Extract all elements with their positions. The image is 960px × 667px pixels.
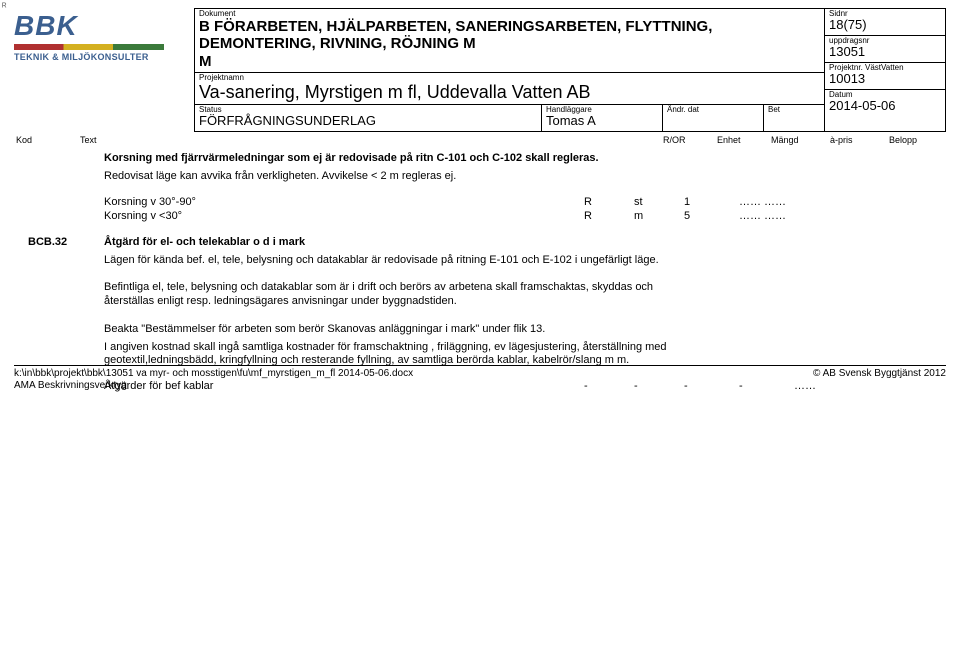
status-value: FÖRFRÅGNINGSUNDERLAG (195, 114, 541, 131)
projektnamn-label: Projektnamn (195, 73, 824, 82)
table-row: Korsning v <30° R m 5 (104, 210, 946, 222)
bet-label: Bet (764, 105, 824, 114)
section-p4: I angiven kostnad skall ingå samtliga ko… (104, 341, 704, 369)
uppdragsnr-value: 13051 (825, 45, 945, 62)
section-kod: BCB.32 (28, 236, 67, 248)
footer-copyright: © AB Svensk Byggtjänst 2012 (813, 368, 946, 392)
projektnamn-value: Va-sanering, Myrstigen m fl, Uddevalla V… (195, 82, 824, 105)
section-p3: Beakta "Bestämmelser för arbeten som ber… (104, 323, 704, 337)
row-apris (739, 210, 794, 222)
document-header: BBK TEKNIK & MILJÖKONSULTER Dokument B F… (14, 8, 946, 132)
intro-p1: Korsning med fjärrvärmeledningar som ej … (104, 152, 704, 166)
logo: BBK TEKNIK & MILJÖKONSULTER (14, 10, 184, 62)
col-mangd: Mängd (769, 134, 828, 146)
table-row: Korsning v 30°-90° R st 1 (104, 196, 946, 208)
col-ror: R/OR (661, 134, 715, 146)
footer-tool: AMA Beskrivningsverktyg (14, 380, 413, 392)
handlaggare-value: Tomas A (542, 114, 662, 131)
page-corner-mark: ᴿ (2, 2, 7, 13)
logo-text: BBK (14, 10, 184, 42)
row-ror: R (584, 196, 634, 208)
projektnr-value: 10013 (825, 72, 945, 89)
row-enhet: st (634, 196, 684, 208)
row-mangd: 5 (684, 210, 739, 222)
section-p1: Lägen för kända bef. el, tele, belysning… (104, 254, 704, 268)
intro-p2: Redovisat läge kan avvika från verklighe… (104, 170, 704, 184)
row-enhet: m (634, 210, 684, 222)
row-apris (739, 196, 794, 208)
sidnr-value: 18(75) (825, 18, 945, 35)
column-headers: Kod Text R/OR Enhet Mängd à-pris Belopp (14, 134, 946, 146)
dokument-label: Dokument (195, 9, 824, 18)
col-text: Text (78, 134, 661, 146)
col-apris: à-pris (828, 134, 887, 146)
datum-value: 2014-05-06 (825, 99, 945, 116)
logo-subtitle: TEKNIK & MILJÖKONSULTER (14, 52, 184, 62)
col-kod: Kod (14, 134, 78, 146)
col-belopp: Belopp (887, 134, 946, 146)
row-mangd: 1 (684, 196, 739, 208)
row-ror: R (584, 210, 634, 222)
row-text: Korsning v 30°-90° (104, 196, 584, 208)
logo-stripe-icon (14, 44, 164, 50)
andr-value (663, 114, 763, 116)
row-belopp (794, 196, 849, 208)
section-title: Åtgärd för el- och telekablar o d i mark (104, 236, 704, 250)
dokument-value: B FÖRARBETEN, HJÄLPARBETEN, SANERINGSARB… (195, 18, 824, 72)
section-p2: Befintliga el, tele, belysning och datak… (104, 281, 704, 309)
row-text: Korsning v <30° (104, 210, 584, 222)
col-enhet: Enhet (715, 134, 769, 146)
dokument-value-line1: B FÖRARBETEN, HJÄLPARBETEN, SANERINGSARB… (199, 18, 712, 52)
footer-path: k:\in\bbk\projekt\bbk\13051 va myr- och … (14, 368, 413, 380)
andr-label: Ändr. dat (663, 105, 763, 114)
dokument-value-line2: M (199, 53, 212, 70)
page-footer: k:\in\bbk\projekt\bbk\13051 va myr- och … (14, 365, 946, 392)
row-belopp (794, 210, 849, 222)
bet-value (764, 114, 824, 116)
